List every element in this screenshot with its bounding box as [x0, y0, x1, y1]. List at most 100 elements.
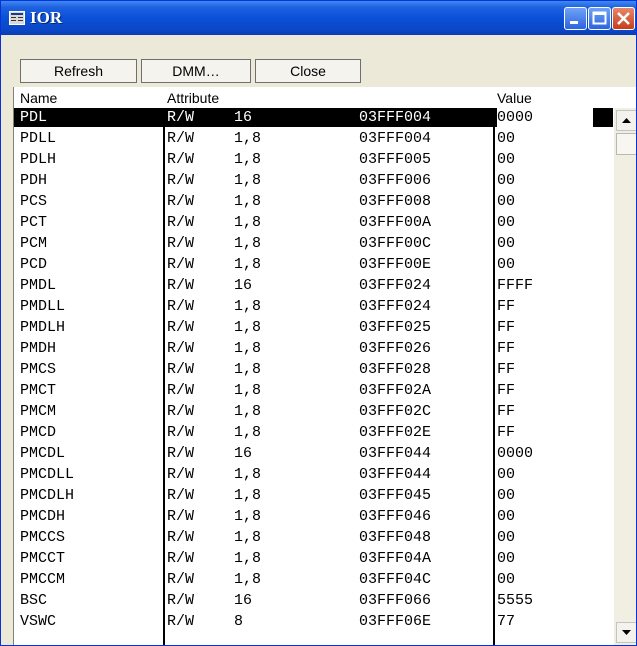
register-value[interactable]: FFFF: [497, 276, 593, 295]
register-name: PDLL: [20, 130, 57, 147]
register-name: PDLH: [20, 151, 57, 168]
register-access: R/W: [167, 193, 195, 210]
register-access: R/W: [167, 130, 195, 147]
title-bar[interactable]: IOR: [1, 1, 636, 35]
column-header-value[interactable]: Value: [497, 90, 532, 106]
register-access: R/W: [167, 445, 195, 462]
table-row[interactable]: PMCDH R/W 1,8 03FFF046 00: [14, 507, 613, 526]
table-row[interactable]: PDLH R/W 1,8 03FFF005 00: [14, 150, 613, 169]
register-size: 1,8: [234, 487, 262, 504]
close-button[interactable]: Close: [255, 59, 361, 83]
table-row[interactable]: PMDH R/W 1,8 03FFF026 FF: [14, 339, 613, 358]
dmm-button[interactable]: DMM…: [141, 59, 251, 83]
register-size: 1,8: [234, 319, 262, 336]
register-value[interactable]: FF: [497, 423, 593, 442]
register-size: 1,8: [234, 508, 262, 525]
register-value[interactable]: 00: [497, 255, 593, 274]
register-value[interactable]: 00: [497, 171, 593, 190]
register-value[interactable]: FF: [497, 318, 593, 337]
register-name: PMCDLH: [20, 487, 75, 504]
register-name: PMCDLL: [20, 466, 75, 483]
table-row[interactable]: PCD R/W 1,8 03FFF00E 00: [14, 255, 613, 274]
maximize-icon: [592, 11, 607, 25]
scrollbar-thumb[interactable]: [616, 133, 636, 155]
register-address: 03FFF005: [359, 151, 432, 168]
register-access: R/W: [167, 571, 195, 588]
register-name: PMCD: [20, 424, 57, 441]
register-access: R/W: [167, 256, 195, 273]
register-value[interactable]: 00: [497, 213, 593, 232]
table-row[interactable]: PMCDLL R/W 1,8 03FFF044 00: [14, 465, 613, 484]
register-address: 03FFF006: [359, 172, 432, 189]
register-size: 8: [234, 613, 244, 630]
table-row[interactable]: PMDLH R/W 1,8 03FFF025 FF: [14, 318, 613, 337]
register-value[interactable]: 00: [497, 192, 593, 211]
register-value[interactable]: 00: [497, 570, 593, 589]
register-size: 1,8: [234, 172, 262, 189]
table-row[interactable]: PMCD R/W 1,8 03FFF02E FF: [14, 423, 613, 442]
register-value[interactable]: FF: [497, 339, 593, 358]
table-row[interactable]: PMCT R/W 1,8 03FFF02A FF: [14, 381, 613, 400]
register-address: 03FFF045: [359, 487, 432, 504]
register-value[interactable]: 00: [497, 129, 593, 148]
register-size: 1,8: [234, 466, 262, 483]
register-value[interactable]: FF: [497, 360, 593, 379]
table-row[interactable]: PMDL R/W 16 03FFF024 FFFF: [14, 276, 613, 295]
table-row[interactable]: PMCM R/W 1,8 03FFF02C FF: [14, 402, 613, 421]
register-size: 1,8: [234, 193, 262, 210]
column-divider: [163, 108, 165, 645]
table-row[interactable]: PMDLL R/W 1,8 03FFF024 FF: [14, 297, 613, 316]
register-name: PCM: [20, 235, 48, 252]
register-value[interactable]: FF: [497, 297, 593, 316]
register-access: R/W: [167, 550, 195, 567]
register-name: PMCCT: [20, 550, 66, 567]
register-value[interactable]: 0000: [497, 444, 593, 463]
register-size: 1,8: [234, 151, 262, 168]
table-row[interactable]: PDL R/W 16 03FFF004 0000: [14, 108, 613, 127]
table-row[interactable]: VSWC R/W 8 03FFF06E 77: [14, 612, 613, 631]
register-value[interactable]: FF: [497, 381, 593, 400]
column-header-name[interactable]: Name: [20, 90, 57, 106]
register-value[interactable]: 77: [497, 612, 593, 631]
register-value[interactable]: 00: [497, 465, 593, 484]
register-value[interactable]: FF: [497, 402, 593, 421]
register-value[interactable]: 00: [497, 234, 593, 253]
minimize-button[interactable]: [564, 7, 587, 30]
register-value[interactable]: 00: [497, 150, 593, 169]
close-window-button[interactable]: [612, 7, 635, 30]
table-row[interactable]: PMCCM R/W 1,8 03FFF04C 00: [14, 570, 613, 589]
column-header-attribute[interactable]: Attribute: [167, 90, 219, 106]
table-row[interactable]: BSC R/W 16 03FFF066 5555: [14, 591, 613, 610]
table-row[interactable]: PMCCS R/W 1,8 03FFF048 00: [14, 528, 613, 547]
register-value[interactable]: 00: [497, 486, 593, 505]
table-row[interactable]: PDH R/W 1,8 03FFF006 00: [14, 171, 613, 190]
table-row[interactable]: PCT R/W 1,8 03FFF00A 00: [14, 213, 613, 232]
maximize-button[interactable]: [588, 7, 611, 30]
register-name: PMDL: [20, 277, 57, 294]
table-row[interactable]: PMCDL R/W 16 03FFF044 0000: [14, 444, 613, 463]
register-list[interactable]: Name Attribute Value PDL R/W 16 03FFF004 000…: [13, 87, 636, 645]
register-value[interactable]: 5555: [497, 591, 593, 610]
register-access: R/W: [167, 361, 195, 378]
register-value[interactable]: 00: [497, 507, 593, 526]
table-row[interactable]: PMCDLH R/W 1,8 03FFF045 00: [14, 486, 613, 505]
table-row[interactable]: PMCS R/W 1,8 03FFF028 FF: [14, 360, 613, 379]
register-value[interactable]: 00: [497, 528, 593, 547]
table-row[interactable]: PCS R/W 1,8 03FFF008 00: [14, 192, 613, 211]
arrow-down-icon: [622, 630, 631, 635]
register-name: PCT: [20, 214, 48, 231]
scroll-down-button[interactable]: [616, 622, 636, 643]
register-value[interactable]: 0000: [497, 108, 593, 127]
scroll-up-button[interactable]: [616, 110, 636, 131]
vertical-scrollbar[interactable]: [614, 108, 636, 645]
table-row[interactable]: PDLL R/W 1,8 03FFF004 00: [14, 129, 613, 148]
register-address: 03FFF024: [359, 298, 432, 315]
register-address: 03FFF024: [359, 277, 432, 294]
register-size: 1,8: [234, 235, 262, 252]
refresh-button[interactable]: Refresh: [20, 59, 137, 83]
register-value[interactable]: 00: [497, 549, 593, 568]
table-row[interactable]: PCM R/W 1,8 03FFF00C 00: [14, 234, 613, 253]
table-row[interactable]: PMCCT R/W 1,8 03FFF04A 00: [14, 549, 613, 568]
register-name: PDL: [20, 109, 48, 126]
register-access: R/W: [167, 109, 195, 126]
